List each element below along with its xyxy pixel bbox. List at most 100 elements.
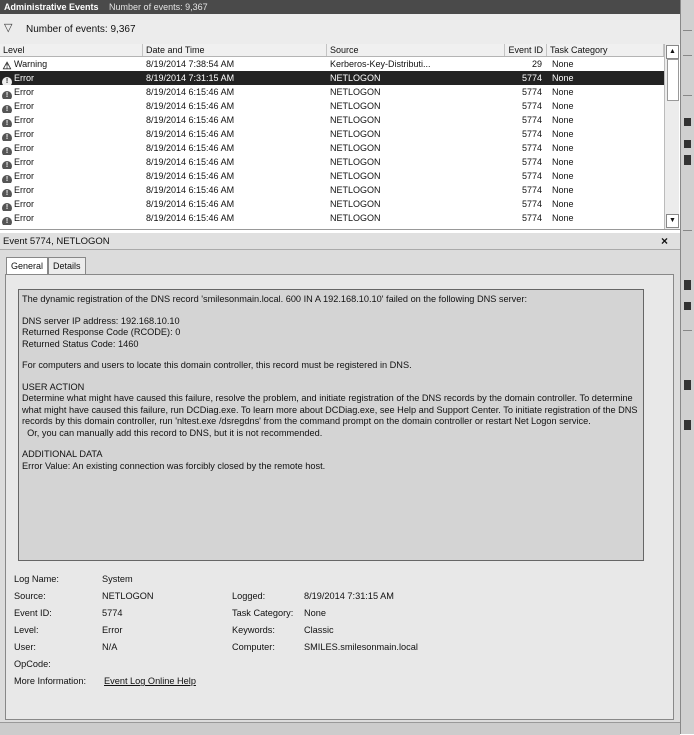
table-row[interactable]: ! Error 8/19/2014 6:15:46 AM NETLOGON 5774 No… — [0, 197, 664, 211]
level-cell: ! Error — [2, 141, 142, 155]
level-text: Error — [14, 73, 34, 83]
message-line: DNS server IP address: 192.168.10.10 — [22, 315, 180, 326]
task-cell: None — [552, 115, 574, 125]
message-line: The dynamic registration of the DNS reco… — [22, 294, 527, 304]
computer-label: Computer: — [232, 642, 275, 652]
scroll-down-arrow-icon[interactable]: ▼ — [666, 214, 679, 228]
source-cell: NETLOGON — [330, 213, 381, 223]
column-header-date[interactable]: Date and Time — [143, 44, 327, 56]
error-icon: ! — [2, 175, 12, 183]
level-text: Error — [14, 199, 34, 209]
level-cell: ! Error — [2, 155, 142, 169]
event-message-box[interactable]: The dynamic registration of the DNS reco… — [18, 289, 644, 561]
actions-pane-edge[interactable] — [680, 0, 694, 734]
table-row[interactable]: ! Error 8/19/2014 6:15:46 AM NETLOGON 5774 No… — [0, 85, 664, 99]
level-cell: ! Error — [2, 99, 142, 113]
scroll-thumb[interactable] — [667, 59, 679, 101]
task-category-label: Task Category: — [232, 608, 294, 618]
log-name-label: Log Name: — [14, 574, 59, 584]
source-cell: NETLOGON — [330, 185, 381, 195]
id-cell: 5774 — [521, 199, 542, 209]
error-icon: ! — [2, 161, 12, 169]
error-icon: ! — [2, 105, 12, 113]
message-line: Returned Response Code (RCODE): 0 — [22, 327, 181, 337]
id-cell: 5774 — [521, 101, 542, 111]
message-line: Or, you can manually add this record to … — [22, 427, 323, 438]
source-cell: NETLOGON — [330, 115, 381, 125]
message-line: Returned Status Code: 1460 — [22, 338, 139, 349]
date-cell: 8/19/2014 7:31:15 AM — [146, 73, 235, 83]
column-header-event-id[interactable]: Event ID — [505, 44, 547, 56]
task-category-value: None — [304, 608, 326, 618]
level-text: Warning — [14, 59, 48, 69]
source-value: NETLOGON — [102, 591, 154, 601]
table-row[interactable]: ! Error 8/19/2014 6:15:46 AM NETLOGON 5774 No… — [0, 113, 664, 127]
scroll-up-arrow-icon[interactable]: ▲ — [666, 45, 679, 59]
message-line: For computers and users to locate this d… — [22, 360, 412, 370]
id-cell: 5774 — [521, 115, 542, 125]
level-text: Error — [14, 87, 34, 97]
task-cell: None — [552, 59, 574, 69]
table-row[interactable]: ! Error 8/19/2014 6:15:46 AM NETLOGON 5774 No… — [0, 169, 664, 183]
task-cell: None — [552, 157, 574, 167]
message-heading: USER ACTION — [22, 381, 85, 392]
task-cell: None — [552, 171, 574, 181]
status-bar — [0, 722, 680, 735]
keywords-value: Classic — [304, 625, 334, 635]
error-icon: ! — [2, 91, 12, 99]
level-text: Error — [14, 171, 34, 181]
error-icon: ! — [2, 203, 12, 211]
table-row[interactable]: ! Error 8/19/2014 6:15:46 AM NETLOGON 5774 No… — [0, 141, 664, 155]
level-cell: ! Error — [2, 211, 142, 225]
filter-icon[interactable]: ▽ — [4, 21, 12, 34]
level-label: Level: — [14, 625, 39, 635]
date-cell: 8/19/2014 6:15:46 AM — [146, 213, 235, 223]
table-row[interactable]: ! Error 8/19/2014 7:31:15 AM NETLOGON 5774 No… — [0, 71, 664, 85]
column-header-task-category[interactable]: Task Category — [547, 44, 664, 56]
column-header-level[interactable]: Level — [0, 44, 143, 56]
task-cell: None — [552, 213, 574, 223]
error-icon: ! — [2, 133, 12, 141]
task-cell: None — [552, 143, 574, 153]
level-cell: ! Error — [2, 71, 142, 85]
id-cell: 5774 — [521, 157, 542, 167]
event-detail-header: Event 5774, NETLOGON × — [0, 233, 680, 250]
task-cell: None — [552, 185, 574, 195]
filter-bar: ▽ Number of events: 9,367 — [0, 14, 680, 45]
date-cell: 8/19/2014 6:15:46 AM — [146, 185, 235, 195]
id-cell: 5774 — [521, 213, 542, 223]
events-table[interactable]: Level Date and Time Source Event ID Task… — [0, 44, 680, 230]
task-cell: None — [552, 101, 574, 111]
id-cell: 5774 — [521, 129, 542, 139]
table-row[interactable]: ! Error 8/19/2014 6:15:46 AM NETLOGON 5774 No… — [0, 155, 664, 169]
date-cell: 8/19/2014 6:15:46 AM — [146, 87, 235, 97]
table-header: Level Date and Time Source Event ID Task… — [0, 44, 664, 57]
date-cell: 8/19/2014 6:15:46 AM — [146, 157, 235, 167]
table-row[interactable]: ! Error 8/19/2014 6:15:46 AM NETLOGON 5774 No… — [0, 183, 664, 197]
logged-value: 8/19/2014 7:31:15 AM — [304, 591, 394, 601]
warning-icon: ⚠ — [2, 61, 12, 72]
table-scrollbar[interactable]: ▲ ▼ — [664, 44, 679, 229]
level-value: Error — [102, 625, 123, 635]
event-log-online-help-link[interactable]: Event Log Online Help — [104, 676, 196, 686]
close-icon[interactable]: × — [661, 233, 668, 249]
event-id-value: 5774 — [102, 608, 123, 618]
keywords-label: Keywords: — [232, 625, 275, 635]
id-cell: 5774 — [521, 73, 542, 83]
source-cell: NETLOGON — [330, 171, 381, 181]
column-header-source[interactable]: Source — [327, 44, 505, 56]
source-cell: NETLOGON — [330, 101, 381, 111]
table-row[interactable]: ⚠ Warning 8/19/2014 7:38:54 AM Kerberos-Key… — [0, 57, 664, 71]
opcode-label: OpCode: — [14, 659, 51, 669]
message-line: Error Value: An existing connection was … — [22, 460, 326, 471]
user-label: User: — [14, 642, 36, 652]
user-value: N/A — [102, 642, 118, 652]
task-cell: None — [552, 73, 574, 83]
level-cell: ! Error — [2, 183, 142, 197]
date-cell: 8/19/2014 7:38:54 AM — [146, 59, 235, 69]
table-row[interactable]: ! Error 8/19/2014 6:15:46 AM NETLOGON 5774 No… — [0, 99, 664, 113]
table-row[interactable]: ! Error 8/19/2014 6:15:46 AM NETLOGON 5774 No… — [0, 211, 664, 225]
task-cell: None — [552, 199, 574, 209]
table-row[interactable]: ! Error 8/19/2014 6:15:46 AM NETLOGON 5774 No… — [0, 127, 664, 141]
task-cell: None — [552, 129, 574, 139]
